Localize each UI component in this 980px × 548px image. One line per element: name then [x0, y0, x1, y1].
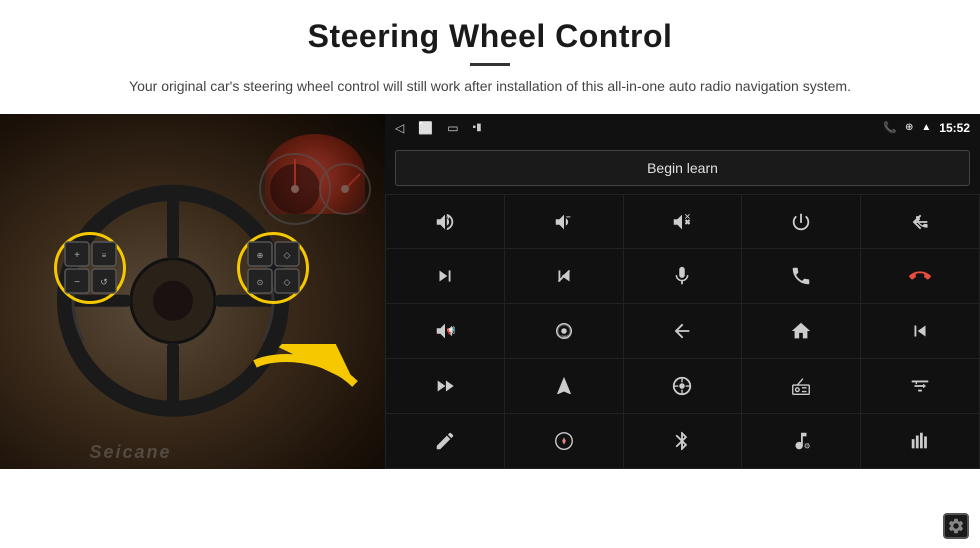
- volume-down-button[interactable]: −: [505, 195, 623, 249]
- svg-text:⚙: ⚙: [804, 441, 811, 450]
- skip-prev-mute-button[interactable]: [505, 249, 623, 303]
- svg-text:+: +: [74, 250, 80, 261]
- radio-button[interactable]: [742, 359, 860, 413]
- android-unit: ◁ ⬜ ▭ ▪▮ 📞 ⊕ ▲ 15:52 Begin learn: [385, 114, 980, 469]
- home-nav-icon[interactable]: ⬜: [418, 121, 433, 135]
- wifi-status-icon: ▲: [921, 122, 931, 133]
- home-button[interactable]: [742, 304, 860, 358]
- bluetooth-button[interactable]: [624, 414, 742, 468]
- volume-up-button[interactable]: +: [386, 195, 504, 249]
- recents-nav-icon[interactable]: ▭: [447, 121, 458, 135]
- icon-grid: + − ✕: [385, 194, 980, 469]
- status-right-icons: 📞 ⊕ ▲ 15:52: [883, 121, 970, 135]
- svg-text:◇: ◇: [283, 277, 290, 287]
- svg-text:⊕: ⊕: [256, 251, 263, 260]
- svg-text:↺: ↺: [100, 277, 108, 287]
- audio-levels-button[interactable]: [861, 414, 979, 468]
- navigation-button[interactable]: [505, 359, 623, 413]
- mute-button[interactable]: ✕: [624, 195, 742, 249]
- equalizer-button[interactable]: [861, 359, 979, 413]
- content-row: + ≡ − ↺ ⊕ ◇ ⊙ ◇: [0, 114, 980, 469]
- skip-back-button[interactable]: [861, 304, 979, 358]
- status-left-icons: ◁ ⬜ ▭ ▪▮: [395, 121, 482, 135]
- phone-status-icon: 📞: [883, 121, 897, 134]
- back-nav-icon[interactable]: ◁: [395, 121, 404, 135]
- begin-learn-button[interactable]: Begin learn: [395, 150, 970, 186]
- status-bar: ◁ ⬜ ▭ ▪▮ 📞 ⊕ ▲ 15:52: [385, 114, 980, 142]
- speaker-button[interactable]: 📢: [386, 304, 504, 358]
- mic-button[interactable]: [624, 249, 742, 303]
- power-button[interactable]: [742, 195, 860, 249]
- source-button[interactable]: [624, 359, 742, 413]
- fast-forward-button[interactable]: [386, 359, 504, 413]
- pen-button[interactable]: [386, 414, 504, 468]
- settings-gear-button[interactable]: [942, 512, 970, 540]
- compass-button[interactable]: [505, 414, 623, 468]
- title-divider: [470, 63, 510, 66]
- hang-up-button[interactable]: [861, 249, 979, 303]
- skip-next-button[interactable]: [386, 249, 504, 303]
- begin-learn-row: Begin learn: [385, 142, 980, 194]
- media-icon: ▪▮: [473, 122, 482, 133]
- camera360-button[interactable]: 360°: [505, 304, 623, 358]
- svg-text:✕: ✕: [684, 212, 691, 221]
- steering-wheel-image: + ≡ − ↺ ⊕ ◇ ⊙ ◇: [0, 114, 385, 469]
- page-title: Steering Wheel Control: [60, 18, 920, 55]
- time-display: 15:52: [939, 121, 970, 135]
- header-section: Steering Wheel Control Your original car…: [0, 0, 980, 108]
- back-button[interactable]: [624, 304, 742, 358]
- svg-text:−: −: [74, 277, 80, 288]
- yellow-arrow: [245, 344, 365, 429]
- music-settings-button[interactable]: ⚙: [742, 414, 860, 468]
- phone-call-button[interactable]: [742, 249, 860, 303]
- page-container: Steering Wheel Control Your original car…: [0, 0, 980, 548]
- svg-text:≡: ≡: [101, 251, 106, 260]
- svg-text:⊙: ⊙: [256, 278, 263, 287]
- svg-text:📢: 📢: [447, 326, 456, 335]
- svg-text:+: +: [446, 212, 451, 221]
- svg-text:◇: ◇: [283, 250, 290, 260]
- location-status-icon: ⊕: [905, 122, 913, 133]
- svg-text:−: −: [566, 212, 571, 221]
- subtitle: Your original car's steering wheel contr…: [100, 76, 880, 98]
- phone-prev-button[interactable]: [861, 195, 979, 249]
